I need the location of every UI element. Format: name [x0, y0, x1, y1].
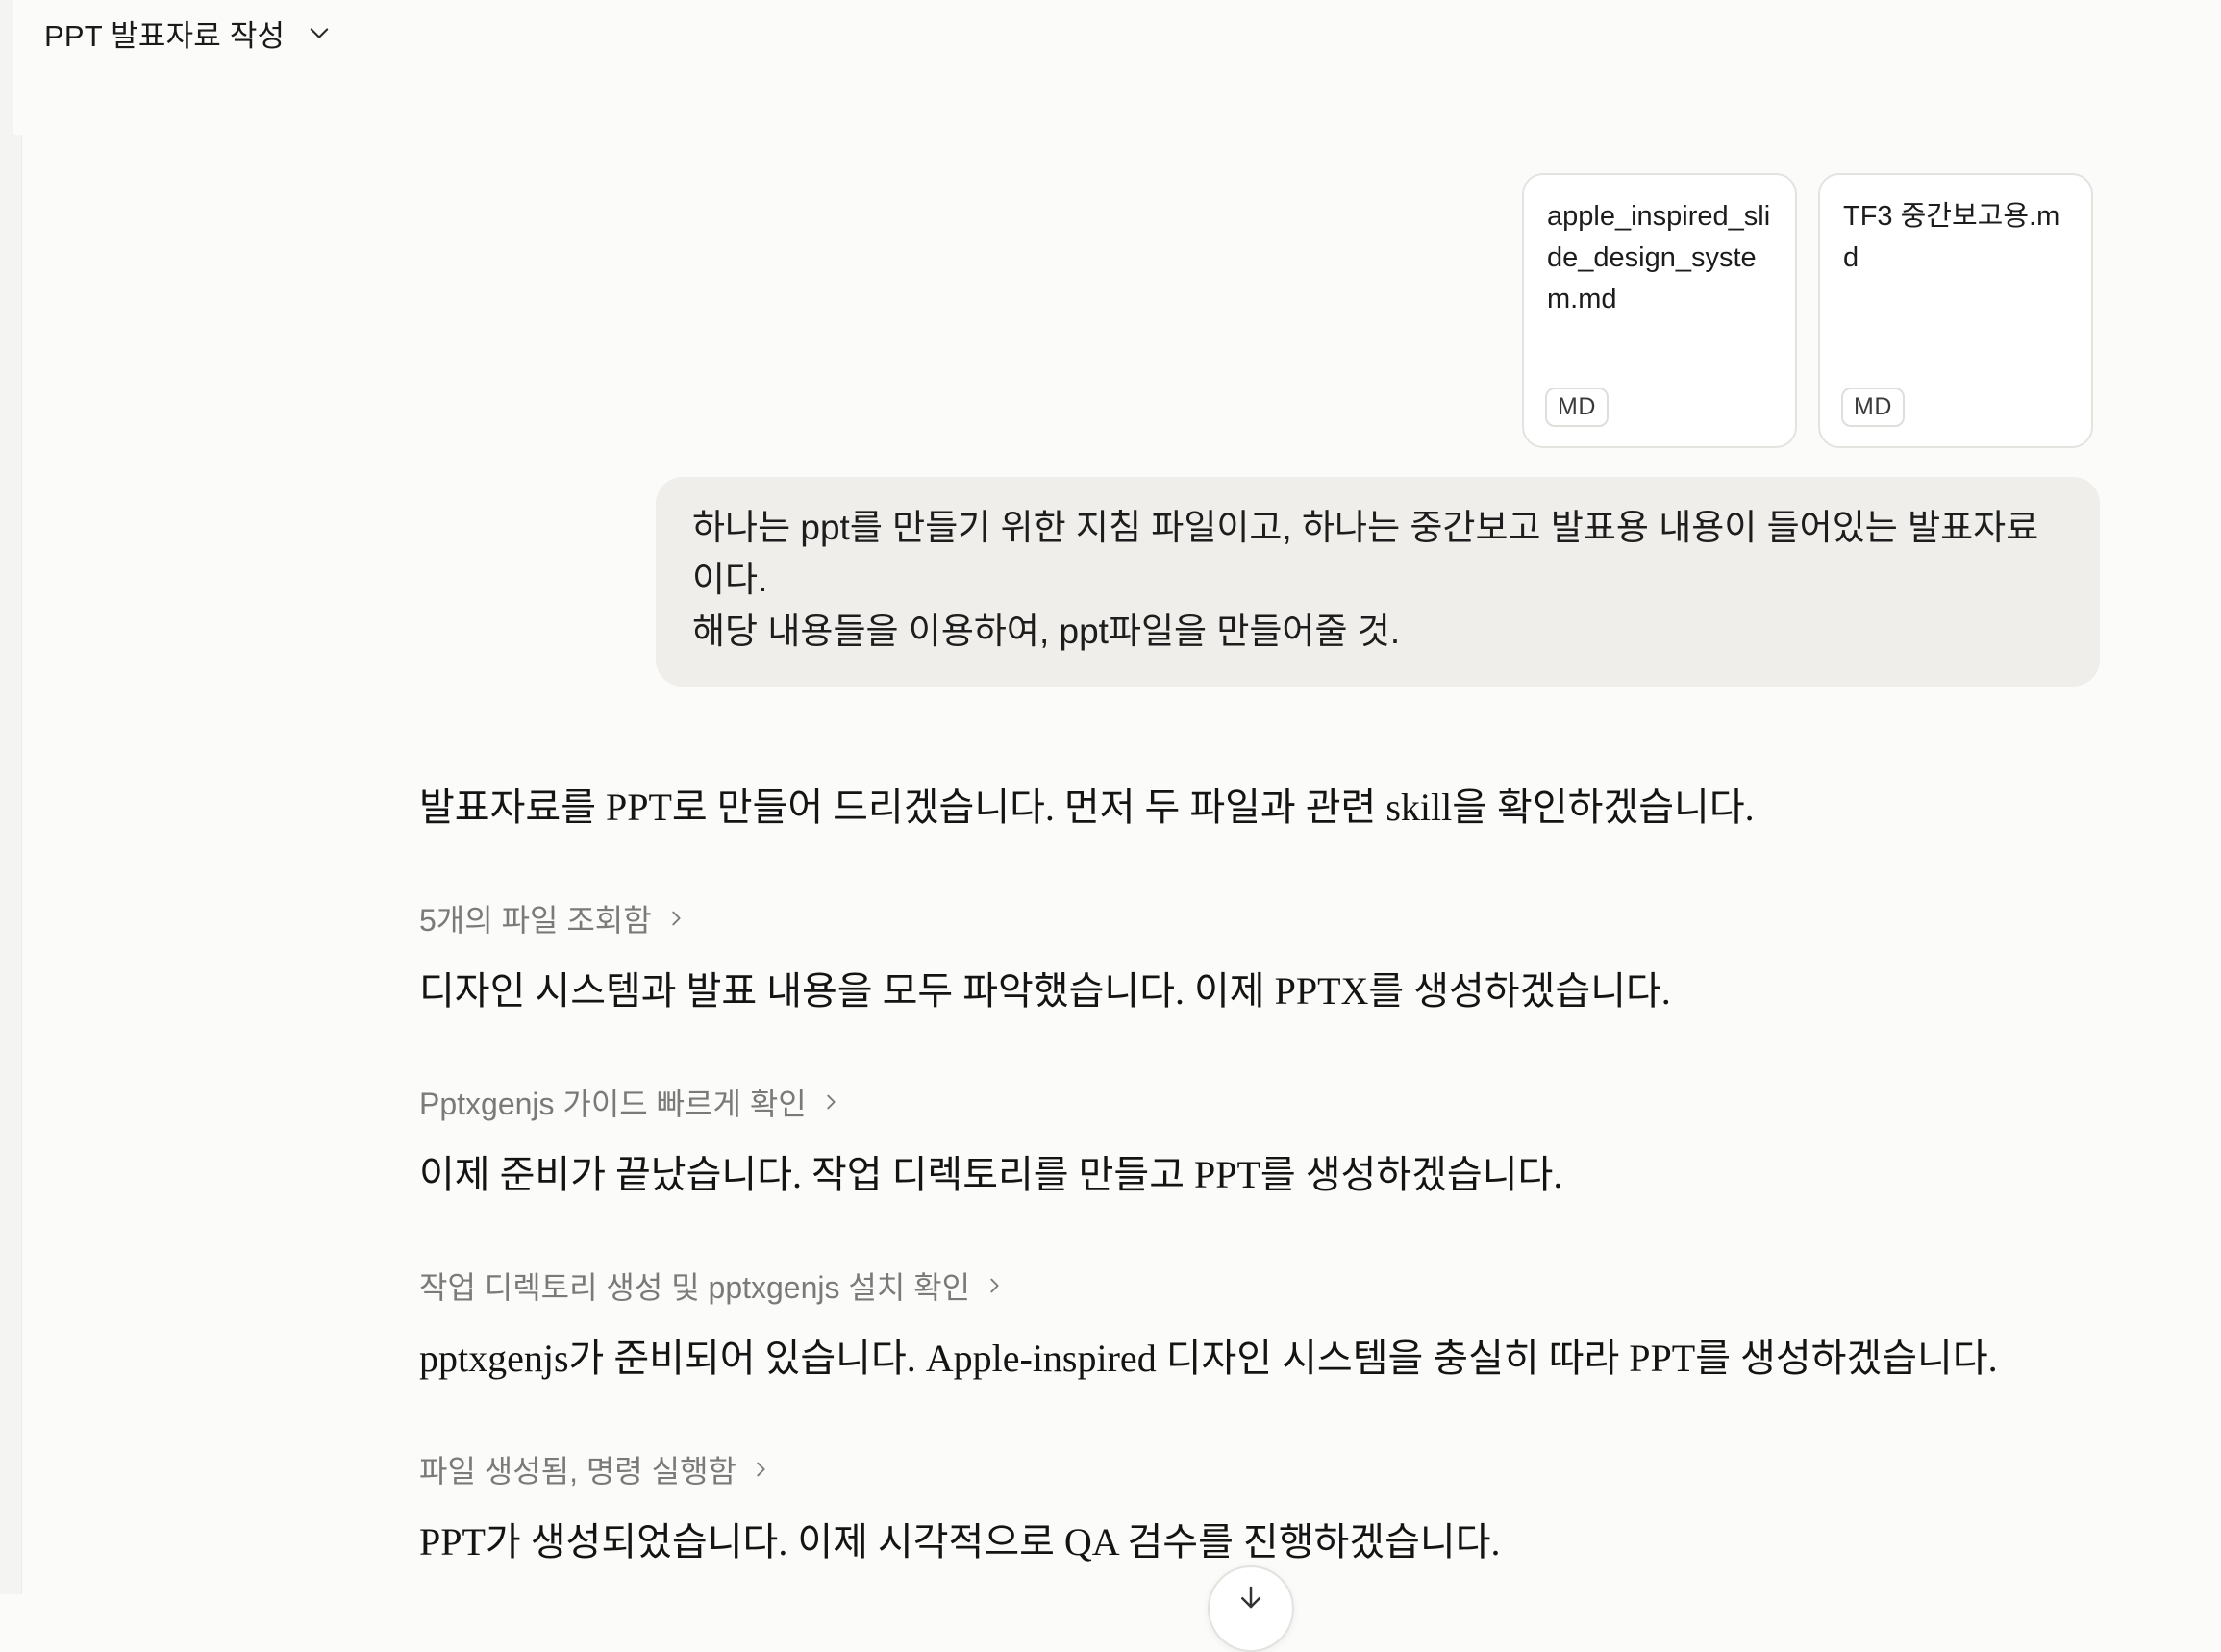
user-message: 하나는 ppt를 만들기 위한 지침 파일이고, 하나는 중간보고 발표용 내용…	[656, 477, 2100, 687]
assistant-message: pptxgenjs가 준비되어 있습니다. Apple-inspired 디자인…	[419, 1337, 1998, 1380]
file-type-badge: MD	[1545, 388, 1609, 427]
tool-step-label: 작업 디렉토리 생성 및 pptxgenjs 설치 확인	[419, 1270, 971, 1305]
tool-step-label: 5개의 파일 조회함	[419, 903, 652, 938]
assistant-message: PPT가 생성되었습니다. 이제 시각적으로 QA 검수를 진행하겠습니다.	[419, 1520, 1501, 1564]
scroll-to-bottom-button[interactable]	[1208, 1565, 1294, 1652]
chat-title: PPT 발표자료 작성	[44, 18, 286, 53]
chevron-right-icon	[750, 1459, 771, 1480]
chat-title-dropdown[interactable]: PPT 발표자료 작성	[29, 6, 348, 60]
tool-step-toggle[interactable]: 파일 생성됨, 명령 실행함	[419, 1439, 771, 1500]
user-message-line: 하나는 ppt를 만들기 위한 지침 파일이고, 하나는 중간보고 발표용 내용…	[692, 508, 2039, 599]
sidebar-edge	[0, 0, 22, 1594]
tool-step-toggle[interactable]: Pptxgenjs 가이드 빠르게 확인	[419, 1071, 841, 1133]
tool-step-toggle[interactable]: 작업 디렉토리 생성 및 pptxgenjs 설치 확인	[419, 1255, 1005, 1316]
tool-step-label: Pptxgenjs 가이드 빠르게 확인	[419, 1087, 807, 1121]
arrow-down-icon	[1241, 1586, 1260, 1609]
attachment-list: apple_inspired_slide_design_system.md MD…	[1522, 173, 2093, 448]
chevron-right-icon	[984, 1275, 1005, 1296]
top-bar: PPT 발표자료 작성	[13, 0, 2221, 135]
attachment-card[interactable]: apple_inspired_slide_design_system.md MD	[1522, 173, 1797, 448]
assistant-message: 디자인 시스템과 발표 내용을 모두 파악했습니다. 이제 PPTX를 생성하겠…	[419, 969, 1671, 1013]
assistant-message: 이제 준비가 끝났습니다. 작업 디렉토리를 만들고 PPT를 생성하겠습니다.	[419, 1153, 1563, 1196]
assistant-message: 발표자료를 PPT로 만들어 드리겠습니다. 먼저 두 파일과 관련 skill…	[419, 786, 1755, 829]
attachment-file-name: apple_inspired_slide_design_system.md	[1547, 201, 1771, 314]
attachment-card[interactable]: TF3 중간보고용.md MD	[1818, 173, 2093, 448]
chevron-down-icon	[306, 19, 333, 46]
tool-step-label: 파일 생성됨, 명령 실행함	[419, 1454, 736, 1489]
chevron-right-icon	[820, 1091, 841, 1113]
attachment-file-name: TF3 중간보고용.md	[1843, 201, 2060, 273]
user-message-line: 해당 내용들을 이용하여, ppt파일을 만들어줄 것.	[692, 612, 1401, 651]
chevron-right-icon	[665, 908, 686, 929]
tool-step-toggle[interactable]: 5개의 파일 조회함	[419, 888, 686, 949]
file-type-badge: MD	[1841, 388, 1905, 427]
